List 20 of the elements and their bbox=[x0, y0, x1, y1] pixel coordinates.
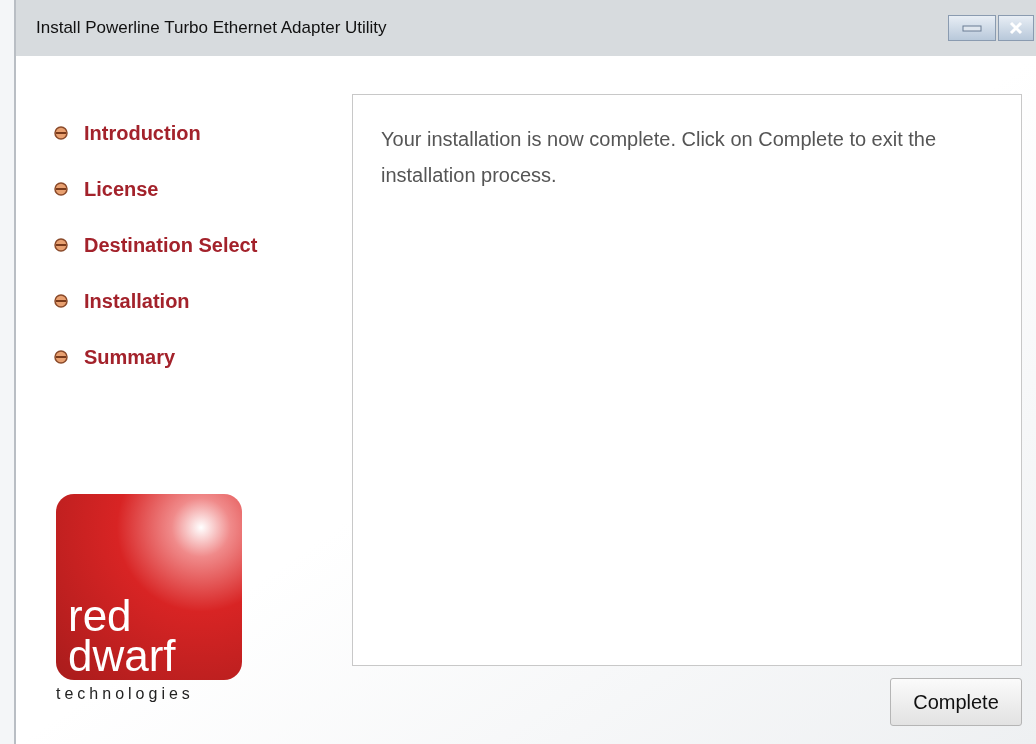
window-title: Install Powerline Turbo Ethernet Adapter Utility bbox=[36, 17, 387, 40]
step-bullet-icon bbox=[54, 238, 68, 252]
step-label: Summary bbox=[84, 345, 176, 370]
step-label: License bbox=[84, 177, 159, 202]
minimize-icon bbox=[962, 24, 982, 32]
logo-text: red bbox=[68, 596, 132, 636]
step-label: Introduction bbox=[84, 121, 201, 146]
step-bullet-icon bbox=[54, 126, 68, 140]
step-bullet-icon bbox=[54, 182, 68, 196]
minimize-button[interactable] bbox=[948, 15, 996, 41]
step-label: Destination Select bbox=[84, 233, 258, 258]
step-bullet-icon bbox=[54, 350, 68, 364]
step-label: Installation bbox=[84, 289, 190, 314]
close-button[interactable] bbox=[998, 15, 1034, 41]
close-icon bbox=[1009, 21, 1023, 35]
message-text: Your installation is now complete. Click on Complete to exit the installation process. bbox=[381, 127, 938, 188]
step-bullet-icon bbox=[54, 294, 68, 308]
logo-text: dwarf bbox=[68, 636, 177, 676]
complete-button[interactable]: Complete bbox=[890, 678, 1022, 726]
logo-tagline: technologies bbox=[56, 684, 194, 704]
